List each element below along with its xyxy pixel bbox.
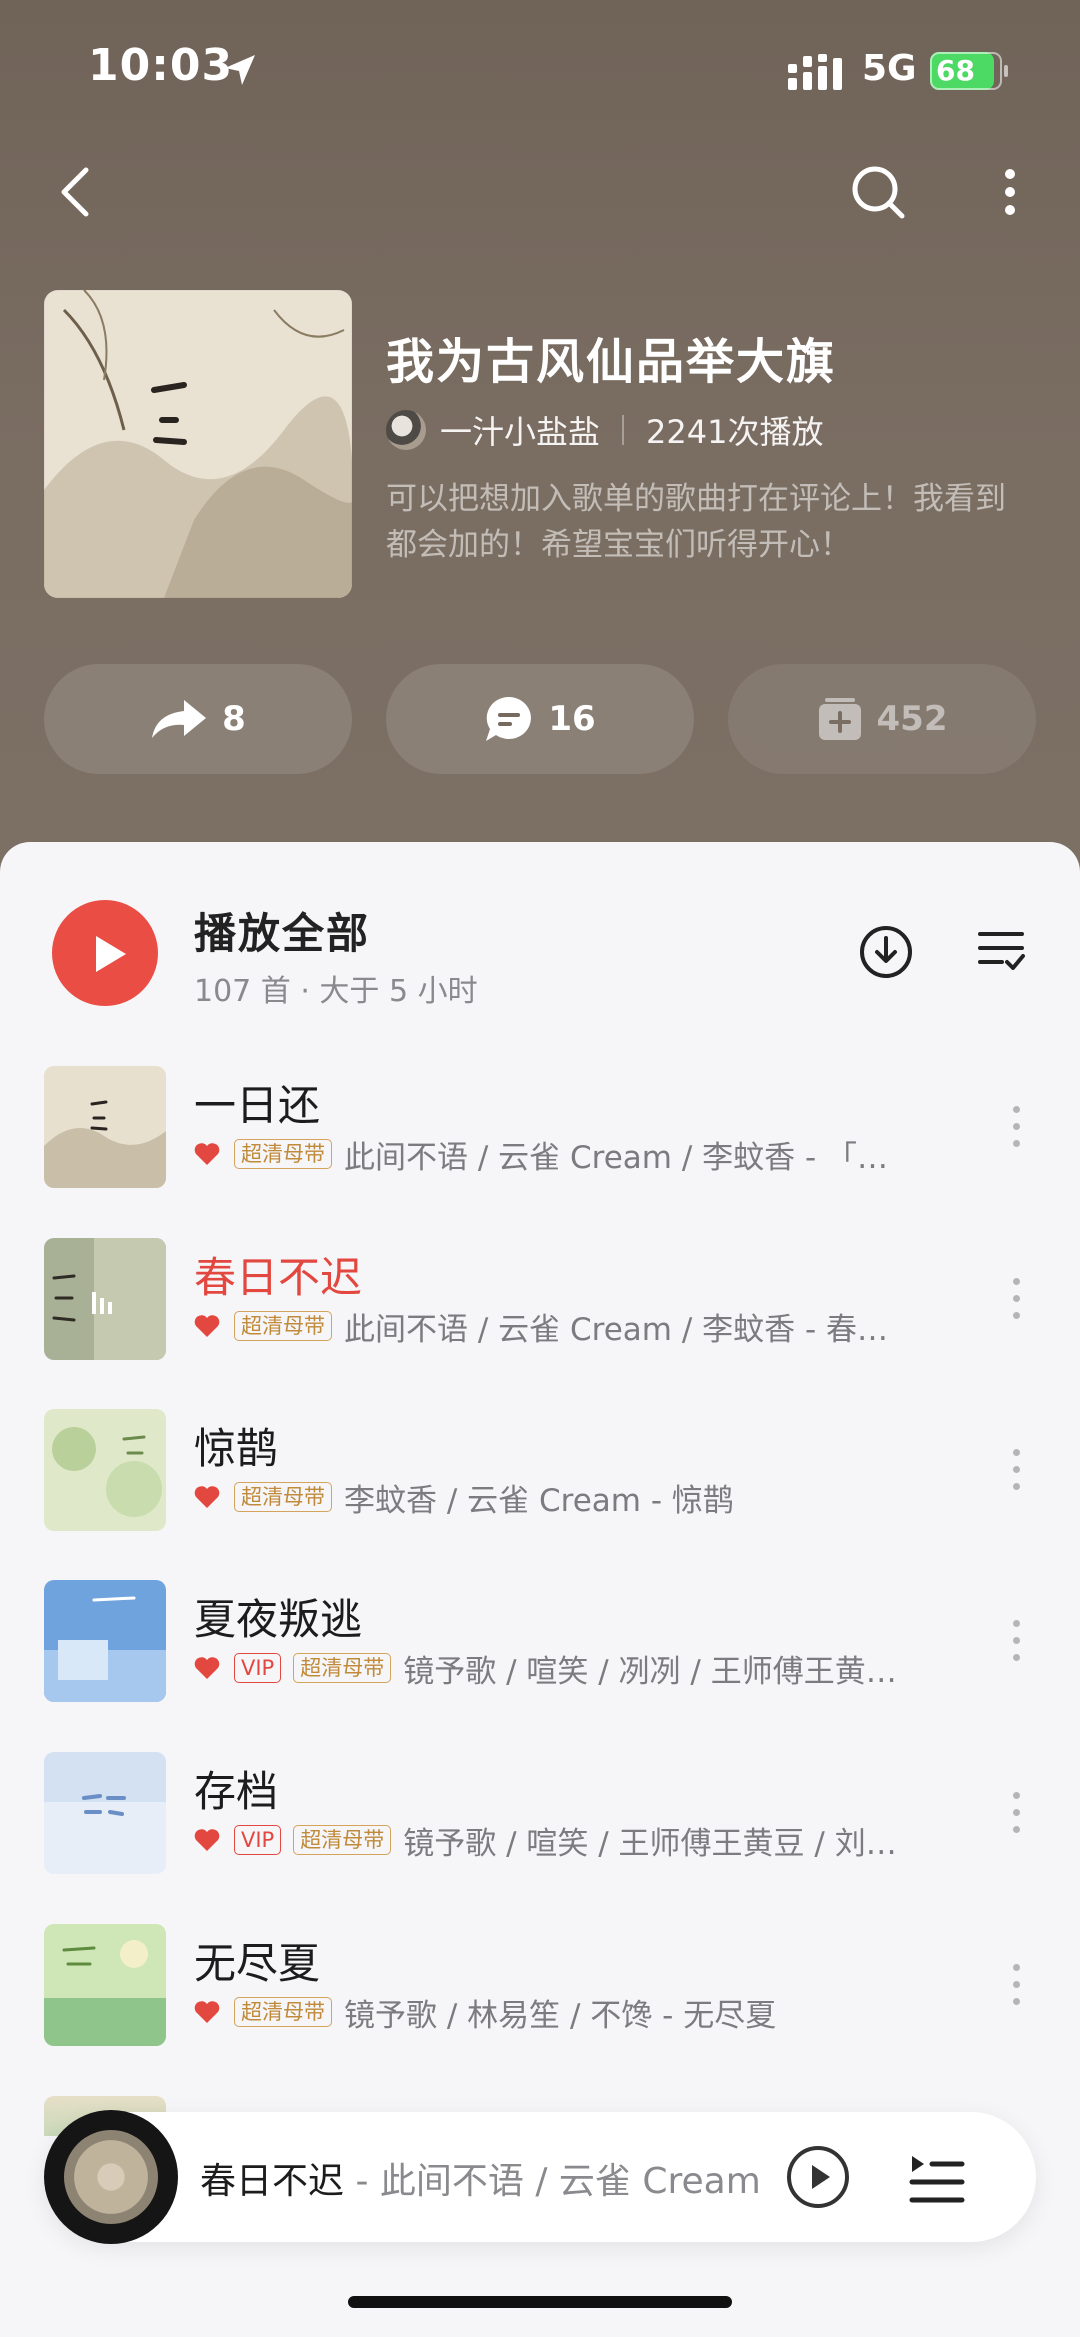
play-all-button[interactable] <box>52 900 158 1006</box>
song-artist: 此间不语 / 云雀 Cream / 李蚊香 - 「… <box>344 1139 889 1175</box>
playlist-cover[interactable] <box>44 290 352 598</box>
song-title: 春日不迟 <box>194 1253 363 1302</box>
creator-avatar[interactable] <box>386 410 426 450</box>
song-artist: 镜予歌 / 林易笙 / 不馋 - 无尽夏 <box>344 1997 777 2033</box>
song-title: 无尽夏 <box>194 1939 321 1988</box>
collect-button[interactable]: 452 <box>728 664 1036 774</box>
song-cover <box>44 1924 166 2046</box>
song-title: 惊鹊 <box>194 1424 279 1473</box>
creator-name[interactable]: 一汁小盐盐 <box>440 407 600 453</box>
more-vertical-icon[interactable] <box>1006 1449 1026 1495</box>
hq-master-tag: 超清母带 <box>293 1653 392 1683</box>
song-title: 存档 <box>194 1767 279 1816</box>
song-artist: 镜予歌 / 喧笑 / 王师傅王黄豆 / 刘… <box>403 1825 897 1861</box>
song-cover <box>44 1580 166 1702</box>
more-vertical-icon[interactable] <box>1006 1106 1026 1152</box>
more-vertical-icon[interactable] <box>1006 1964 1026 2010</box>
location-arrow-icon <box>225 55 255 85</box>
play-icon[interactable] <box>786 2145 850 2209</box>
liked-heart-icon[interactable] <box>194 1656 220 1680</box>
song-row[interactable]: 无尽夏 超清母带 镜予歌 / 林易笙 / 不馋 - 无尽夏 <box>0 1924 1080 2074</box>
status-time: 10:03 <box>88 40 234 91</box>
song-cover <box>44 1752 166 1874</box>
vip-tag: VIP <box>234 1825 282 1855</box>
play-all-subtitle: 107 首 · 大于 5 小时 <box>194 974 478 1009</box>
song-cover <box>44 1066 166 1188</box>
song-title: 夏夜叛逃 <box>194 1595 363 1644</box>
more-vertical-icon[interactable] <box>1006 1620 1026 1666</box>
play-count: 2241次播放 <box>646 413 824 451</box>
song-row[interactable]: 夏夜叛逃 VIP 超清母带 镜予歌 / 喧笑 / 冽冽 / 王师傅王黄… <box>0 1580 1080 1730</box>
back-icon[interactable] <box>52 162 100 222</box>
playlist-title: 我为古风仙品举大旗 <box>386 334 837 390</box>
now-playing-info[interactable]: 春日不迟 - 此间不语 / 云雀 Cream <box>200 2152 800 2204</box>
hq-master-tag: 超清母带 <box>234 1311 332 1341</box>
song-title: 一日还 <box>194 1081 321 1130</box>
liked-heart-icon[interactable] <box>194 2000 220 2024</box>
playlist-queue-icon[interactable] <box>908 2148 966 2206</box>
comment-count: 16 <box>548 699 596 739</box>
collect-count: 452 <box>876 699 948 739</box>
play-all-label[interactable]: 播放全部 <box>194 900 370 961</box>
hq-master-tag: 超清母带 <box>234 1997 332 2027</box>
now-playing-title: 春日不迟 <box>200 2161 345 2202</box>
song-cover <box>44 1409 166 1531</box>
network-type: 5G <box>862 48 917 89</box>
song-cover <box>44 1238 166 1360</box>
playlist-description[interactable]: 可以把想加入歌单的歌曲打在评论上！我看到都会加的！希望宝宝们听得开心！ <box>386 476 1036 568</box>
share-button[interactable]: 8 <box>44 664 352 774</box>
song-row[interactable]: 存档 VIP 超清母带 镜予歌 / 喧笑 / 王师傅王黄豆 / 刘… <box>0 1752 1080 1902</box>
playlist-creator[interactable]: 一汁小盐盐 2241次播放 <box>386 408 823 452</box>
liked-heart-icon[interactable] <box>194 1485 220 1509</box>
comment-icon <box>486 696 532 741</box>
share-count: 8 <box>222 699 246 739</box>
song-row[interactable]: 春日不迟 超清母带 此间不语 / 云雀 Cream / 李蚊香 - 春… <box>0 1238 1080 1388</box>
comment-button[interactable]: 16 <box>386 664 694 774</box>
battery-indicator: 68 <box>930 52 1008 90</box>
share-icon <box>152 700 207 738</box>
multi-select-icon[interactable] <box>976 928 1026 974</box>
liked-heart-icon[interactable] <box>194 1142 220 1166</box>
liked-heart-icon[interactable] <box>194 1828 220 1852</box>
now-playing-artist: - 此间不语 / 云雀 Cream <box>344 2161 761 2202</box>
vip-tag: VIP <box>234 1653 282 1683</box>
now-playing-disc[interactable] <box>44 2110 178 2244</box>
song-row[interactable]: 惊鹊 超清母带 李蚊香 / 云雀 Cream - 惊鹊 <box>0 1409 1080 1559</box>
home-indicator[interactable] <box>348 2296 732 2308</box>
song-artist: 李蚊香 / 云雀 Cream - 惊鹊 <box>344 1482 734 1518</box>
divider <box>622 415 625 445</box>
more-vertical-icon[interactable] <box>1006 1278 1026 1324</box>
hq-master-tag: 超清母带 <box>234 1139 332 1169</box>
more-vertical-icon[interactable] <box>996 162 1024 222</box>
hq-master-tag: 超清母带 <box>234 1482 332 1512</box>
status-bar: 10:03 5G 68 <box>0 0 1080 140</box>
battery-level: 68 <box>936 54 975 87</box>
search-icon[interactable] <box>848 162 908 222</box>
cellular-signal-icon <box>788 54 842 90</box>
mini-player[interactable]: 春日不迟 - 此间不语 / 云雀 Cream <box>44 2110 1036 2244</box>
liked-heart-icon[interactable] <box>194 1314 220 1338</box>
download-icon[interactable] <box>858 924 914 980</box>
song-artist: 此间不语 / 云雀 Cream / 李蚊香 - 春… <box>344 1311 889 1347</box>
collect-icon <box>818 698 861 740</box>
hq-master-tag: 超清母带 <box>293 1825 392 1855</box>
more-vertical-icon[interactable] <box>1006 1792 1026 1838</box>
song-row[interactable]: 一日还 超清母带 此间不语 / 云雀 Cream / 李蚊香 - 「… <box>0 1066 1080 1216</box>
song-artist: 镜予歌 / 喧笑 / 冽冽 / 王师傅王黄… <box>403 1653 897 1689</box>
